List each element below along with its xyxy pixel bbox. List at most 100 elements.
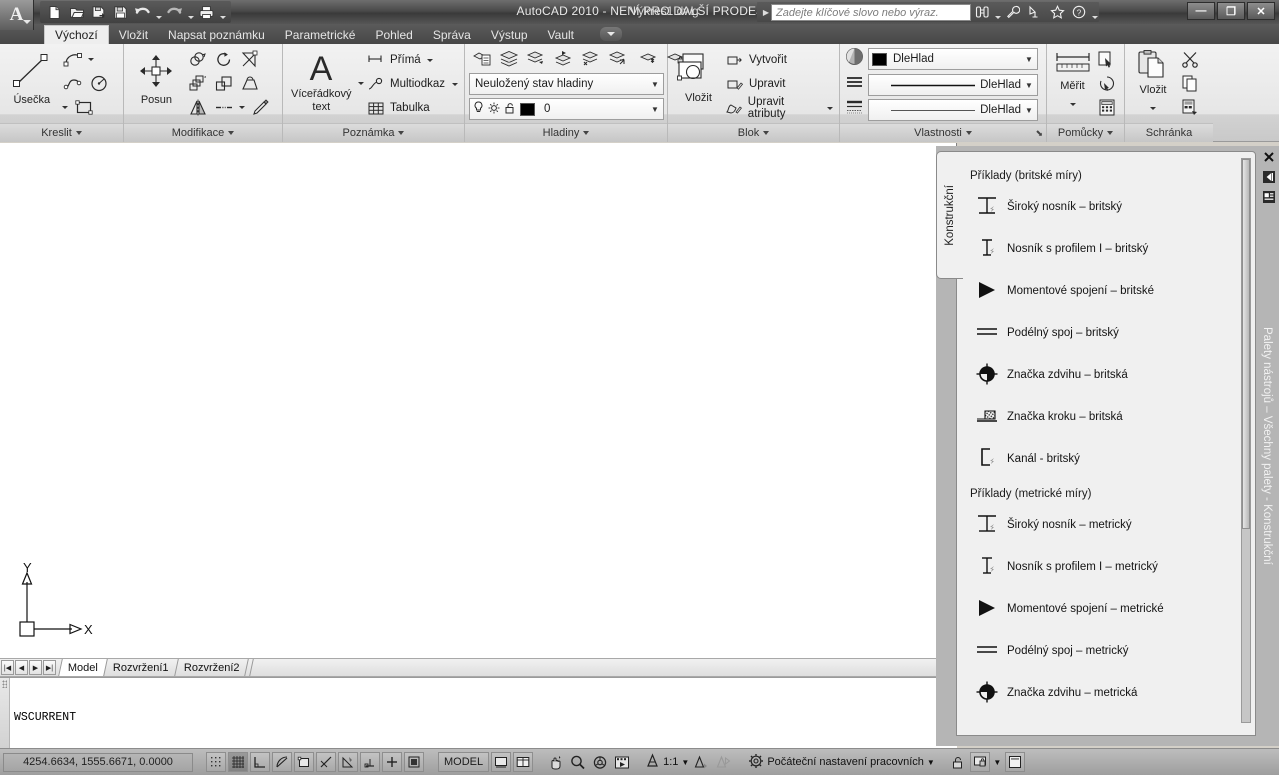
hardware-acceleration-icon[interactable] (969, 752, 990, 772)
linear-dimension-row[interactable]: Přímá (366, 48, 460, 72)
layout-tab-model[interactable]: Model (58, 659, 107, 676)
rotate-icon[interactable] (211, 47, 237, 71)
copy-icon[interactable] (185, 47, 211, 71)
object-color-swatch[interactable] (872, 52, 887, 66)
coordinate-display[interactable]: 4254.6634, 1555.6671, 0.0000 (3, 752, 193, 772)
linetype-caret-icon[interactable]: ▼ (1021, 81, 1037, 90)
snap-mode-button[interactable] (206, 752, 226, 772)
help-dropdown-icon[interactable] (1090, 2, 1099, 22)
layer-off-icon[interactable] (577, 46, 603, 70)
dynamic-input-button[interactable] (382, 752, 402, 772)
polyline-icon[interactable] (60, 71, 86, 95)
rectangle-icon[interactable] (71, 95, 97, 119)
palette-item-i-beam-metric[interactable]: Nosník s profilem I – metrický (967, 546, 1237, 588)
clean-screen-icon[interactable] (1004, 752, 1025, 772)
calculator-icon[interactable] (1094, 95, 1120, 119)
drawing-canvas[interactable]: X Y (0, 143, 957, 658)
model-space-button[interactable] (491, 752, 512, 772)
paste-special-icon[interactable] (1177, 95, 1203, 119)
mtext-tool-button[interactable]: A Víceřádkový text (287, 47, 356, 113)
color-combo[interactable]: DleHlad ▼ (868, 48, 1038, 70)
steering-wheel-icon[interactable] (590, 752, 610, 772)
next-layout-button[interactable]: ▶ (29, 660, 42, 675)
redo-icon[interactable] (164, 2, 185, 22)
edit-attributes-row[interactable]: Upravit atributy (725, 96, 835, 120)
search-input[interactable]: Zadejte klíčové slovo nebo výraz. (771, 3, 971, 21)
measure-dropdown-icon[interactable] (1067, 92, 1078, 116)
restore-button[interactable]: ❐ (1217, 2, 1245, 20)
palette-scrollbar-thumb[interactable] (1242, 159, 1250, 529)
edit-block-row[interactable]: Upravit (725, 72, 835, 96)
current-layer-caret-icon[interactable]: ▼ (647, 105, 663, 114)
palette-item-lift-mark-metric[interactable]: Značka zdvihu – metrická (967, 672, 1237, 714)
tab-napsat-poznamku[interactable]: Napsat poznámku (158, 25, 275, 44)
grid-display-button[interactable] (228, 752, 248, 772)
close-icon[interactable] (1261, 148, 1277, 165)
layer-color-swatch[interactable] (520, 102, 535, 116)
dynamic-ucs-button[interactable] (360, 752, 380, 772)
polar-tracking-button[interactable] (272, 752, 292, 772)
undo-dropdown-icon[interactable] (154, 2, 163, 22)
mtext-dropdown-icon[interactable] (356, 71, 366, 95)
layer-make-current-icon[interactable] (523, 46, 549, 70)
copy-clip-icon[interactable] (1177, 71, 1203, 95)
layer-isolate-icon[interactable] (604, 46, 630, 70)
open-icon[interactable] (66, 2, 87, 22)
panel-vlastnosti-title[interactable]: Vlastnosti ⬊ (840, 123, 1046, 142)
showmotion-icon[interactable] (612, 752, 632, 772)
wrench-icon[interactable] (1002, 2, 1024, 22)
layer-previous-icon[interactable] (550, 46, 576, 70)
palette-item-wide-flange-imperial[interactable]: Široký nosník – britský (967, 186, 1237, 228)
help-icon[interactable]: ? (1068, 2, 1090, 22)
palette-tab-konstrukcni[interactable]: Konstrukční (936, 151, 963, 279)
auto-hide-icon[interactable] (1261, 168, 1277, 185)
tab-vystup[interactable]: Výstup (481, 25, 538, 44)
current-layer-combo[interactable]: 0 ▼ (469, 98, 664, 120)
layer-state-icon[interactable] (496, 46, 522, 70)
search-dropdown-icon[interactable] (993, 2, 1002, 22)
panel-modifikace-title[interactable]: Modifikace (124, 123, 282, 142)
panel-schranka-title[interactable]: Schránka (1125, 123, 1213, 142)
insert-block-button[interactable]: Vložit (672, 47, 725, 104)
properties-dialog-launcher-icon[interactable]: ⬊ (1035, 128, 1043, 139)
prev-layout-button[interactable]: ◀ (15, 660, 28, 675)
viewport-button[interactable] (513, 752, 534, 772)
save-as-icon[interactable] (88, 2, 109, 22)
tab-vychozi[interactable]: Výchozí (44, 25, 109, 44)
layer-state-combo[interactable]: Neuložený stav hladiny ▼ (469, 73, 664, 95)
paste-tool-button[interactable]: Vložit (1129, 47, 1177, 120)
save-icon[interactable] (110, 2, 131, 22)
object-snap-tracking-button[interactable] (316, 752, 336, 772)
break-dropdown-icon[interactable] (237, 95, 248, 119)
search-binoculars-icon[interactable] (971, 2, 993, 22)
linetype-combo[interactable]: DleHlad ▼ (868, 74, 1038, 96)
status-menu-caret-icon[interactable]: ▼ (992, 752, 1003, 772)
arc-dropdown-icon[interactable] (86, 47, 97, 71)
quick-select-icon[interactable] (1094, 47, 1120, 71)
show-lineweight-button[interactable] (404, 752, 424, 772)
star-icon[interactable] (1046, 2, 1068, 22)
circle-dropdown-icon[interactable] (60, 95, 71, 119)
match-properties-icon[interactable] (248, 95, 274, 119)
line-tool-button[interactable]: Úsečka (4, 47, 60, 106)
annotation-autoscale-icon[interactable] (713, 752, 733, 772)
minimize-button[interactable]: — (1187, 2, 1215, 20)
tab-vlozit[interactable]: Vložit (109, 25, 158, 44)
properties-icon[interactable] (1261, 188, 1277, 205)
circle-icon[interactable] (86, 71, 112, 95)
linear-dimension-dropdown-icon[interactable] (425, 48, 436, 72)
annotation-visibility-icon[interactable] (691, 752, 711, 772)
palette-scrollbar[interactable] (1241, 158, 1251, 723)
infocenter-expand-icon[interactable]: ▶ (761, 8, 771, 17)
layer-freeze-icon[interactable] (636, 46, 662, 70)
measure-tool-button[interactable]: Měřit (1051, 47, 1094, 116)
ribbon-minimize-icon[interactable] (600, 27, 623, 41)
edit-attributes-dropdown-icon[interactable] (825, 96, 835, 120)
satellite-icon[interactable] (1024, 2, 1046, 22)
move-tool-button[interactable]: Posun (128, 47, 185, 106)
stretch-icon[interactable] (237, 71, 263, 95)
allow-ucs-button[interactable] (338, 752, 358, 772)
redo-dropdown-icon[interactable] (186, 2, 195, 22)
panel-kreslit-title[interactable]: Kreslit (0, 123, 123, 142)
array-icon[interactable] (185, 71, 211, 95)
